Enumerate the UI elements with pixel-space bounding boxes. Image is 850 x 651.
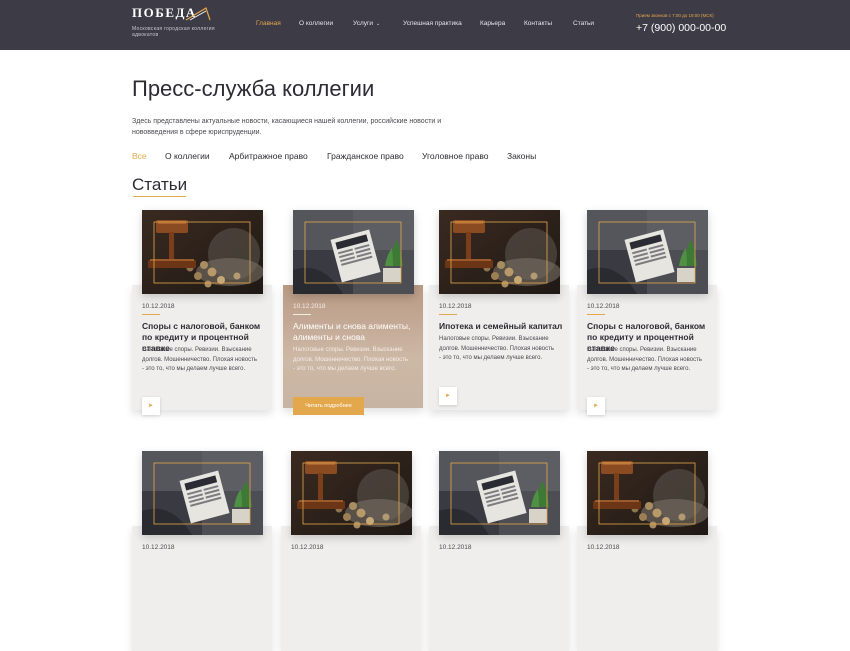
filter-laws[interactable]: Законы bbox=[507, 151, 536, 161]
card-title[interactable]: Алименты и снова алименты, алименты и сн… bbox=[293, 321, 418, 343]
nav-item-services-label: Услуги bbox=[353, 20, 373, 27]
card-date: 10.12.2018 bbox=[439, 303, 472, 310]
nav-item-articles[interactable]: Статьи bbox=[573, 20, 594, 27]
newspaper-icon[interactable] bbox=[293, 210, 414, 294]
page-description: Здесь представлены актуальные новости, к… bbox=[132, 118, 442, 136]
newspaper-icon[interactable] bbox=[587, 210, 708, 294]
filter-about[interactable]: О коллегии bbox=[165, 151, 210, 161]
arrow-right-icon[interactable]: ► bbox=[439, 387, 457, 405]
call-hours: Прием звонков с 7:00 до 19:00 (МСК) bbox=[636, 13, 714, 18]
newspaper-icon[interactable] bbox=[439, 451, 560, 535]
card-date: 10.12.2018 bbox=[587, 303, 620, 310]
card-date: 10.12.2018 bbox=[142, 303, 175, 310]
date-underline bbox=[439, 314, 457, 315]
card-title[interactable]: Ипотека и семейный капитал bbox=[439, 321, 564, 332]
date-underline bbox=[587, 314, 605, 315]
logo-subtitle: Московская городская коллегия адвокатов bbox=[132, 26, 215, 38]
card-date: 10.12.2018 bbox=[142, 544, 175, 551]
gavel-coins-icon[interactable] bbox=[587, 451, 708, 535]
card-excerpt: Налоговые споры. Ревизии. Взыскание долг… bbox=[587, 347, 702, 372]
section-underline bbox=[133, 196, 186, 197]
card-excerpt: Налоговые споры. Ревизии. Взыскание долг… bbox=[293, 347, 408, 372]
card-date: 10.12.2018 bbox=[293, 303, 326, 310]
card-date: 10.12.2018 bbox=[291, 544, 324, 551]
nav-item-contacts[interactable]: Контакты bbox=[524, 20, 552, 27]
date-underline bbox=[293, 314, 311, 315]
gavel-coins-icon[interactable] bbox=[439, 210, 560, 294]
nav-item-services[interactable]: Услуги ⌄ bbox=[353, 20, 380, 27]
read-more-button[interactable]: Читать подробнее bbox=[293, 397, 364, 415]
section-title: Статьи bbox=[132, 175, 188, 194]
date-underline bbox=[142, 314, 160, 315]
newspaper-icon[interactable] bbox=[142, 451, 263, 535]
chevron-down-icon: ⌄ bbox=[376, 21, 381, 27]
arrow-right-icon[interactable]: ► bbox=[142, 397, 160, 415]
page-title: Пресс-служба коллегии bbox=[132, 76, 375, 101]
logo-swoosh-icon bbox=[185, 7, 211, 21]
nav-item-home[interactable]: Главная bbox=[256, 20, 281, 27]
arrow-right-icon[interactable]: ► bbox=[587, 397, 605, 415]
card-date: 10.12.2018 bbox=[439, 544, 472, 551]
filter-arbitration[interactable]: Арбитражное право bbox=[229, 151, 308, 161]
filter-criminal[interactable]: Уголовное право bbox=[422, 151, 489, 161]
phone-link[interactable]: +7 (900) 000-00-00 bbox=[636, 22, 726, 34]
gavel-coins-icon[interactable] bbox=[291, 451, 412, 535]
nav-item-practice[interactable]: Успешная практика bbox=[403, 20, 462, 27]
filter-all[interactable]: Все bbox=[132, 151, 147, 161]
nav-item-career[interactable]: Карьера bbox=[480, 20, 505, 27]
logo[interactable]: ПОБЕДА Московская городская коллегия адв… bbox=[132, 5, 222, 38]
card-excerpt: Налоговые споры. Ревизии. Взыскание долг… bbox=[439, 336, 554, 361]
header-contact: Прием звонков с 7:00 до 19:00 (МСК) +7 (… bbox=[636, 13, 726, 34]
gavel-coins-icon[interactable] bbox=[142, 210, 263, 294]
card-date: 10.12.2018 bbox=[587, 544, 620, 551]
card-excerpt: Налоговые споры. Ревизии. Взыскание долг… bbox=[142, 347, 257, 372]
nav-item-about[interactable]: О коллегии bbox=[299, 20, 333, 27]
filter-civil[interactable]: Гражданское право bbox=[327, 151, 404, 161]
site-header: ПОБЕДА Московская городская коллегия адв… bbox=[0, 0, 850, 50]
